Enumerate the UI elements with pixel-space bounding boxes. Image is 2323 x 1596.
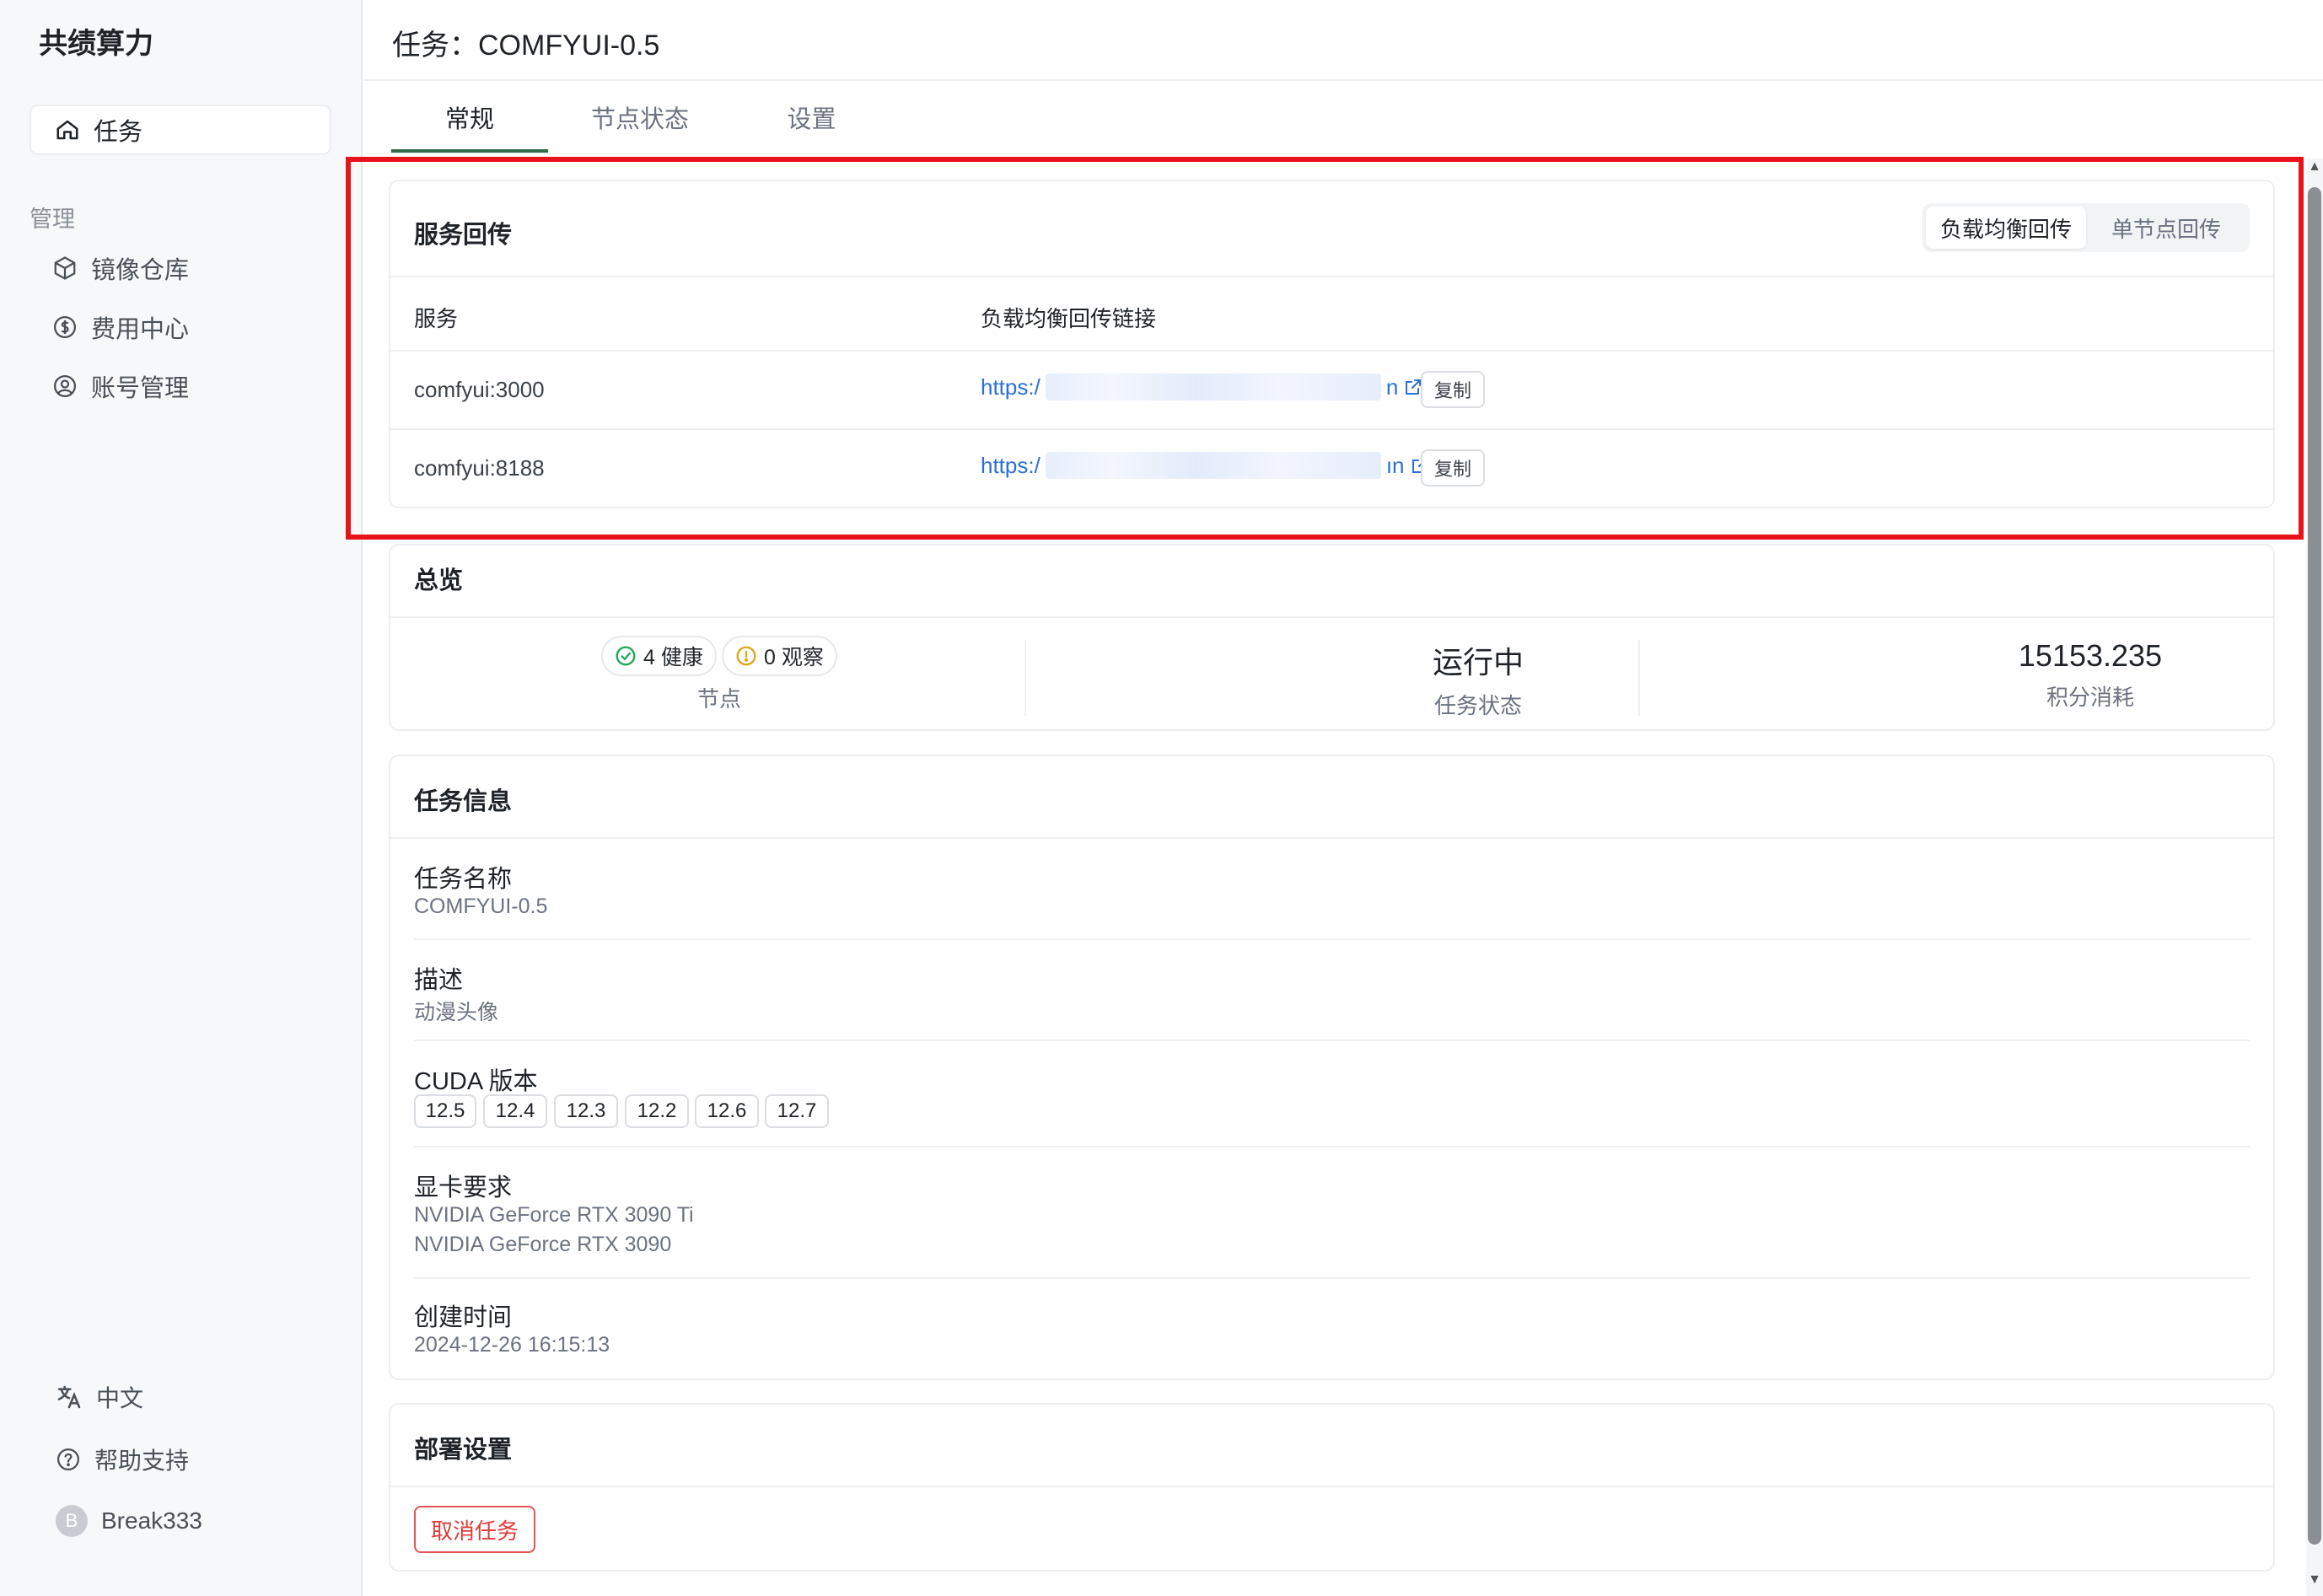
- sidebar-item-label: 账号管理: [91, 375, 190, 402]
- cuda-label: CUDA 版本: [414, 1068, 538, 1095]
- tab-general[interactable]: 常规: [391, 81, 548, 153]
- dollar-icon: [52, 314, 78, 340]
- card-title: 总览: [414, 567, 464, 594]
- avatar: B: [56, 1505, 88, 1537]
- username: Break333: [101, 1507, 202, 1534]
- cube-icon: [52, 255, 78, 281]
- overview-card: 总览 4 健康 0 观察 节点 运行中 任务状态 15153.235 积分消耗: [389, 544, 2275, 731]
- description-value: 动漫头像: [414, 1001, 499, 1024]
- gpu-value: NVIDIA GeForce RTX 3090: [414, 1233, 672, 1256]
- sidebar-item-tasks[interactable]: 任务: [30, 105, 331, 155]
- translate-icon: [56, 1384, 83, 1411]
- tab-label: 常规: [444, 106, 494, 133]
- sidebar-item-image-repo[interactable]: 镜像仓库: [52, 247, 189, 289]
- created-label: 创建时间: [414, 1304, 513, 1331]
- divider: [414, 1146, 2250, 1147]
- healthy-count: 4 健康: [643, 646, 703, 669]
- language-switch[interactable]: 中文: [56, 1376, 143, 1418]
- tab-label: 节点状态: [590, 106, 689, 133]
- gpu-value: NVIDIA GeForce RTX 3090 Ti: [414, 1203, 694, 1227]
- cuda-version-chip: 12.3: [554, 1094, 618, 1128]
- observe-count: 0 观察: [764, 646, 824, 669]
- question-icon: [56, 1447, 81, 1472]
- task-name-label: 任务名称: [414, 866, 513, 893]
- task-info-card: 任务信息 任务名称 COMFYUI-0.5 描述 动漫头像 CUDA 版本 12…: [389, 755, 2275, 1380]
- user-menu[interactable]: B Break333: [56, 1500, 202, 1542]
- user-circle-icon: [52, 373, 78, 399]
- points-label: 积分消耗: [2046, 685, 2134, 710]
- sidebar-item-label: 镜像仓库: [91, 257, 190, 284]
- page-title: 任务：COMFYUI-0.5: [392, 30, 660, 62]
- observe-badge[interactable]: 0 观察: [722, 636, 837, 676]
- sidebar-item-label: 任务: [94, 119, 143, 146]
- scroll-up-icon[interactable]: ▲: [2308, 160, 2321, 174]
- help-label: 帮助支持: [94, 1448, 190, 1474]
- task-status-label: 任务状态: [1433, 693, 1522, 718]
- sidebar: 共绩算力 任务 管理 镜像仓库 费用中心 账号管理 中文 帮助支持 B Brea…: [0, 0, 363, 1596]
- tab-settings[interactable]: 设置: [750, 81, 873, 153]
- divider: [390, 1486, 2273, 1487]
- nodes-stat: 节点: [635, 682, 804, 713]
- brand-logo: 共绩算力: [39, 28, 153, 60]
- tab-node-status[interactable]: 节点状态: [560, 81, 720, 153]
- healthy-badge[interactable]: 4 健康: [601, 636, 717, 676]
- gpu-label: 显卡要求: [414, 1174, 513, 1201]
- description-label: 描述: [414, 967, 464, 994]
- divider: [414, 1040, 2250, 1041]
- scrollbar-thumb[interactable]: [2308, 187, 2321, 1545]
- stat-separator: [1024, 640, 1026, 716]
- language-label: 中文: [96, 1385, 144, 1411]
- task-name-value: COMFYUI-0.5: [414, 895, 548, 918]
- status-stat: 运行中 任务状态: [1352, 638, 1605, 720]
- scroll-down-icon[interactable]: ▼: [2308, 1573, 2321, 1587]
- card-title: 部署设置: [414, 1437, 513, 1464]
- info-circle-icon: [735, 645, 757, 667]
- check-circle-icon: [615, 645, 637, 667]
- help-support[interactable]: 帮助支持: [56, 1438, 189, 1480]
- divider: [390, 837, 2273, 839]
- sidebar-item-label: 费用中心: [91, 316, 190, 343]
- task-status-value: 运行中: [1432, 645, 1524, 680]
- divider: [414, 1277, 2250, 1279]
- section-label-manage: 管理: [30, 207, 75, 232]
- home-icon: [55, 117, 80, 142]
- points-stat: 15153.235 积分消耗: [1964, 638, 2217, 712]
- cancel-task-button[interactable]: 取消任务: [414, 1506, 536, 1553]
- cuda-version-chip: 12.2: [625, 1094, 689, 1128]
- sidebar-item-account[interactable]: 账号管理: [52, 365, 189, 407]
- cuda-version-chip: 12.7: [765, 1094, 829, 1128]
- nodes-label: 节点: [696, 686, 741, 712]
- points-value: 15153.235: [2018, 638, 2163, 673]
- divider: [414, 938, 2250, 940]
- deploy-settings-card: 部署设置 取消任务: [389, 1403, 2275, 1572]
- tab-label: 设置: [787, 106, 836, 133]
- divider: [390, 616, 2273, 618]
- highlight-box: [346, 157, 2304, 540]
- card-title: 任务信息: [414, 788, 513, 815]
- cuda-version-chip: 12.4: [483, 1094, 547, 1128]
- stat-separator: [1638, 640, 1640, 716]
- cuda-version-chip: 12.5: [414, 1094, 476, 1128]
- cuda-version-chip: 12.6: [695, 1094, 759, 1128]
- created-value: 2024-12-26 16:15:13: [414, 1333, 610, 1357]
- sidebar-item-billing[interactable]: 费用中心: [52, 306, 189, 348]
